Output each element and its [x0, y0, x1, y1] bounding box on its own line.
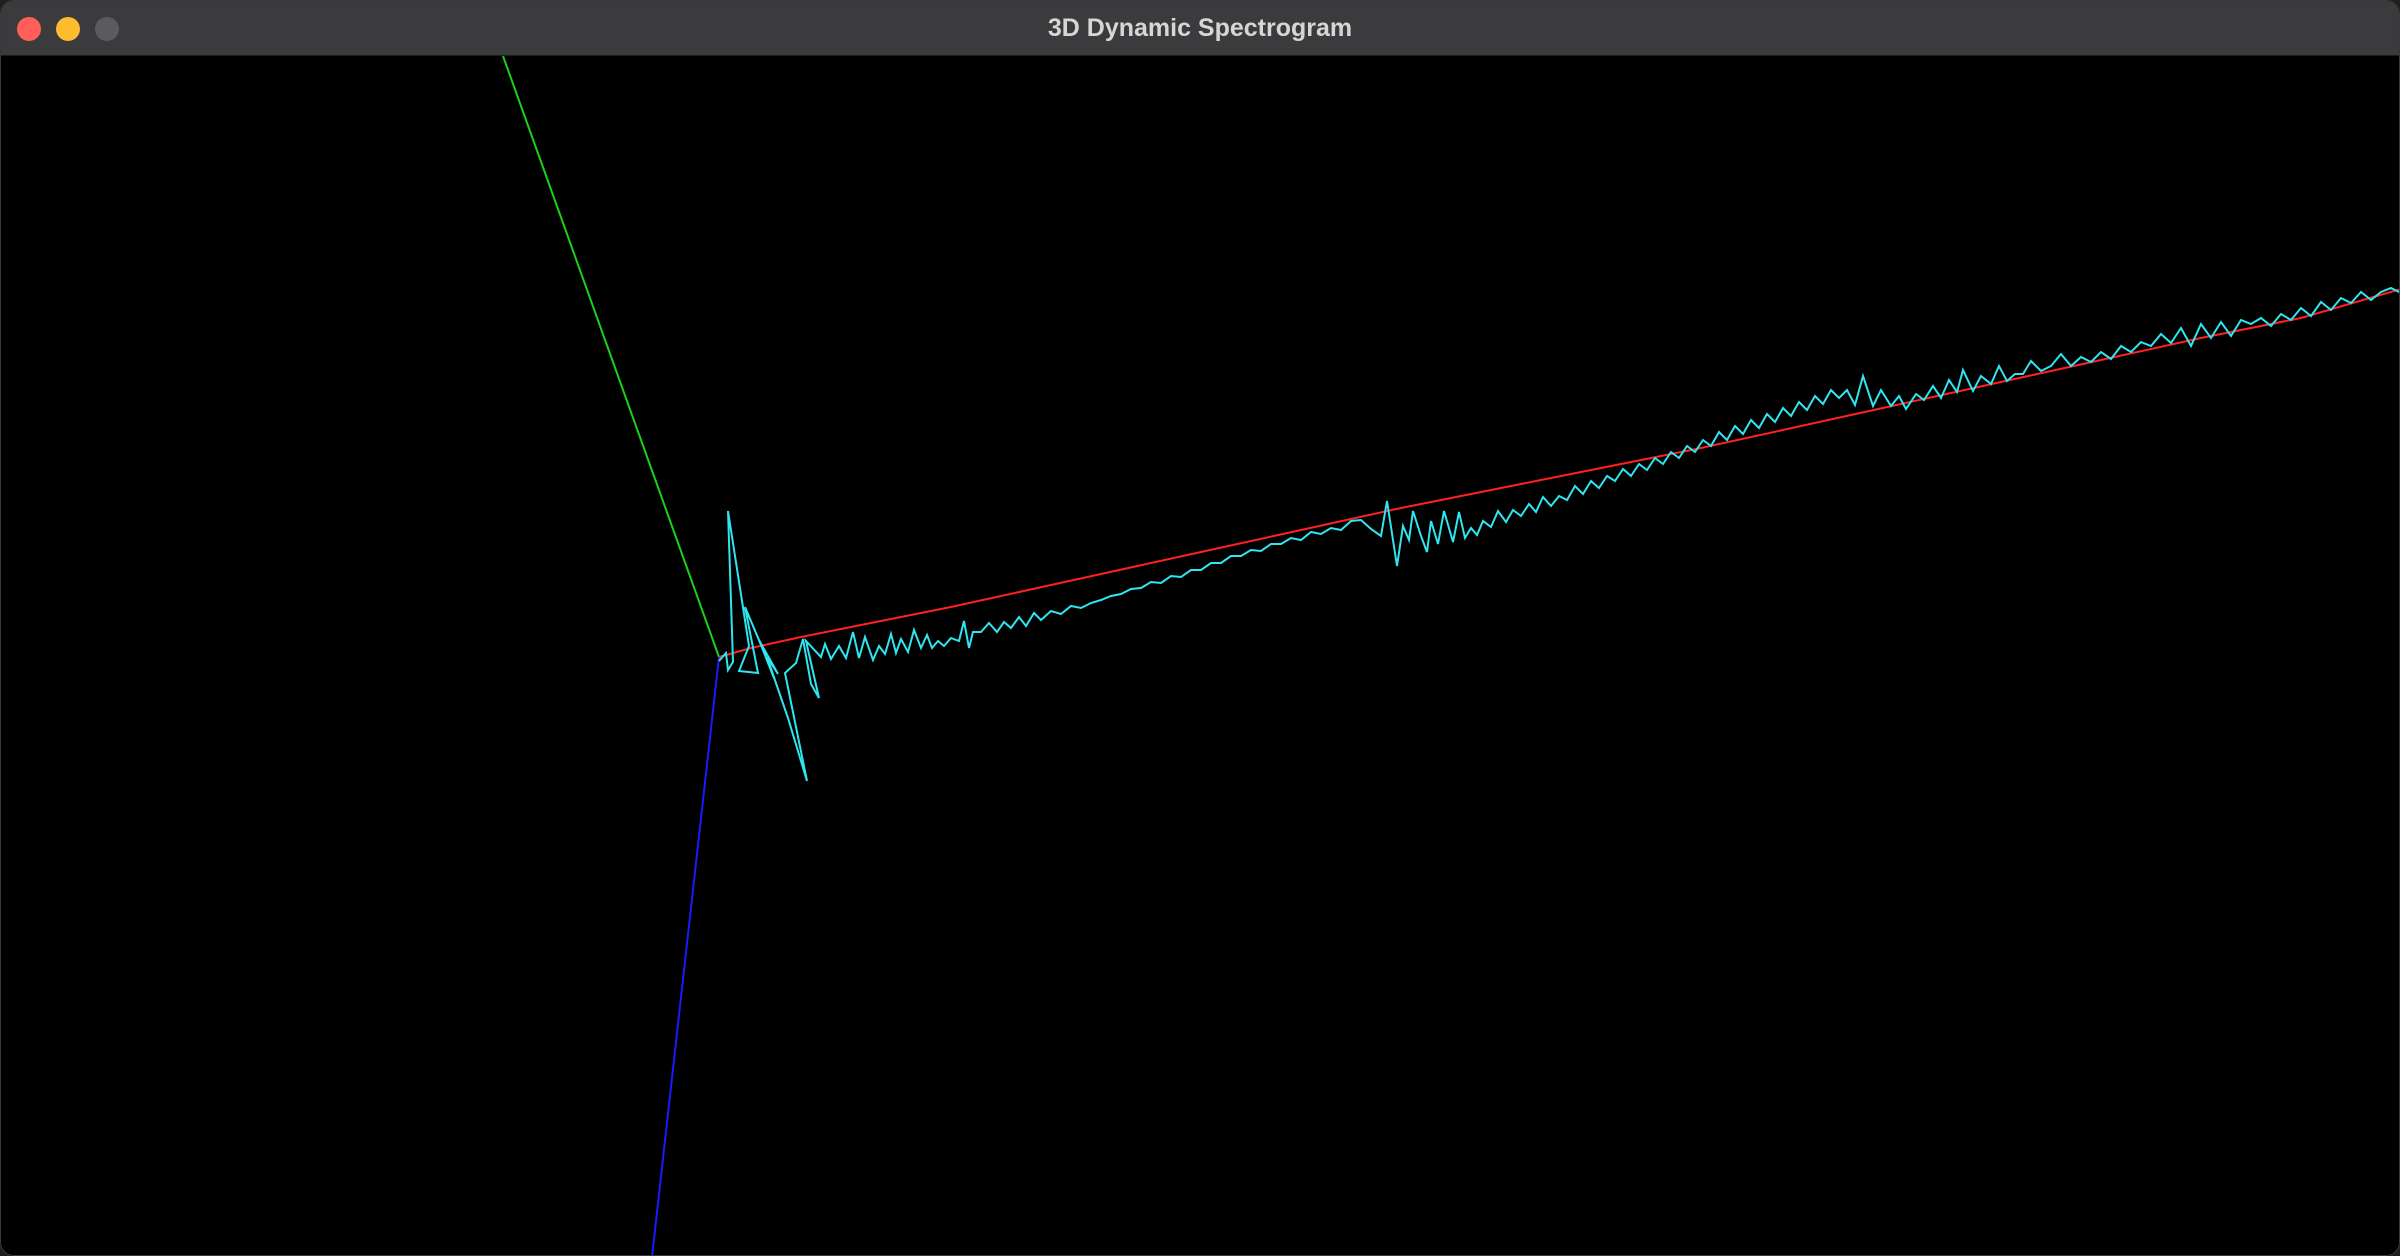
spectrogram-viewport[interactable] [1, 56, 2400, 1256]
window-title: 3D Dynamic Spectrogram [1047, 14, 1353, 42]
z-axis [651, 656, 720, 1255]
spectrogram-scene[interactable] [1, 56, 2400, 1256]
y-axis [502, 56, 720, 658]
title-bar[interactable]: 3D Dynamic Spectrogram [1, 1, 2399, 56]
app-window: 3D Dynamic Spectrogram [0, 0, 2400, 1256]
spectrum-trace [718, 286, 2399, 782]
